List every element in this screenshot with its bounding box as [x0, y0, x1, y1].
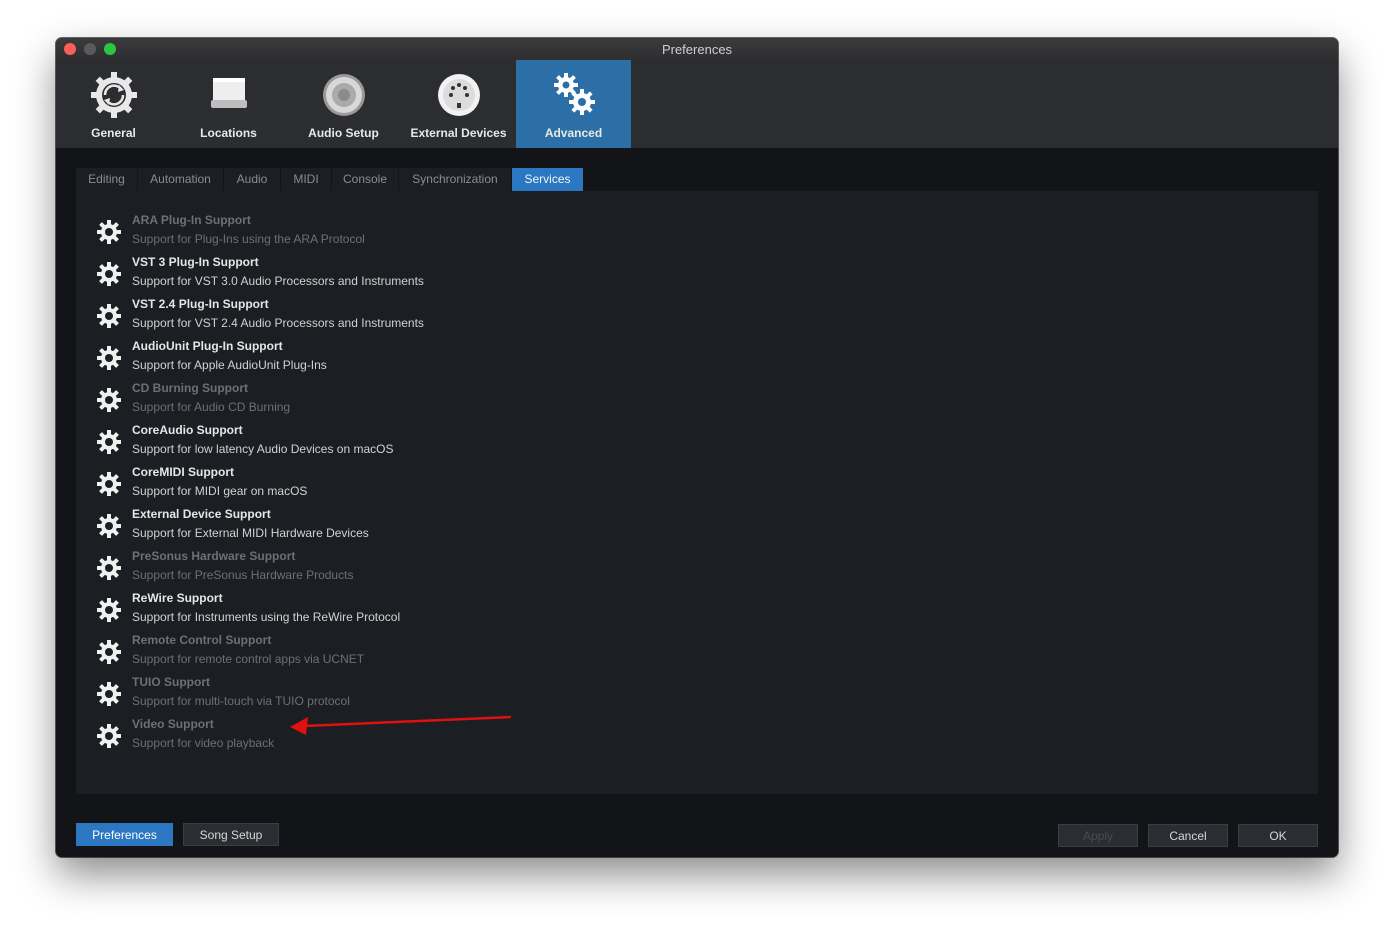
gear-icon — [97, 388, 121, 412]
service-description: Support for Audio CD Burning — [132, 400, 291, 414]
service-row[interactable]: VST 2.4 Plug-In Support Support for VST … — [76, 295, 676, 337]
song-setup-button[interactable]: Song Setup — [183, 823, 279, 846]
service-description: Support for multi-touch via TUIO protoco… — [132, 694, 350, 708]
midi-port-icon — [438, 74, 480, 116]
service-description: Support for Plug-Ins using the ARA Proto… — [132, 232, 365, 246]
service-title: External Device Support — [132, 507, 271, 521]
preferences-content: Editing Automation Audio MIDI Console Sy… — [56, 148, 1338, 857]
service-description: Support for video playback — [132, 736, 275, 750]
service-description: Support for remote control apps via UCNE… — [132, 652, 365, 666]
service-row[interactable]: CoreAudio Support Support for low latenc… — [76, 421, 676, 463]
service-description: Support for MIDI gear on macOS — [132, 484, 308, 498]
service-title: ReWire Support — [132, 591, 223, 605]
services-list: ARA Plug-In Support Support for Plug-Ins… — [76, 191, 1318, 794]
service-title: CD Burning Support — [132, 381, 248, 395]
service-row[interactable]: ARA Plug-In Support Support for Plug-Ins… — [76, 211, 676, 253]
preferences-toolbar: General Locations Audio Setup External D… — [56, 60, 1338, 148]
gear-icon — [97, 346, 121, 370]
service-row[interactable]: CoreMIDI Support Support for MIDI gear o… — [76, 463, 676, 505]
service-description: Support for PreSonus Hardware Products — [132, 568, 354, 582]
toolbar-label-external-devices: External Devices — [410, 126, 507, 140]
gear-icon — [97, 682, 121, 706]
service-title: TUIO Support — [132, 675, 210, 689]
toolbar-item-advanced[interactable]: Advanced — [516, 60, 631, 148]
cancel-button[interactable]: Cancel — [1148, 824, 1228, 847]
gears-icon — [554, 73, 595, 115]
service-row[interactable]: CD Burning Support Support for Audio CD … — [76, 379, 676, 421]
service-description: Support for Instruments using the ReWire… — [132, 610, 401, 624]
service-description: Support for Apple AudioUnit Plug-Ins — [132, 358, 327, 372]
annotation-arrow — [290, 715, 512, 735]
service-title: Video Support — [132, 717, 214, 731]
gear-icon — [97, 430, 121, 454]
service-description: Support for VST 2.4 Audio Processors and… — [132, 316, 424, 330]
service-row[interactable]: PreSonus Hardware Support Support for Pr… — [76, 547, 676, 589]
service-row[interactable]: AudioUnit Plug-In Support Support for Ap… — [76, 337, 676, 379]
gear-icon — [97, 598, 121, 622]
gear-icon — [97, 262, 121, 286]
toolbar-item-external-devices[interactable]: External Devices — [401, 60, 516, 148]
service-title: PreSonus Hardware Support — [132, 549, 296, 563]
speaker-icon — [323, 74, 365, 116]
tab-services[interactable]: Services — [512, 168, 583, 191]
service-row[interactable]: Remote Control Support Support for remot… — [76, 631, 676, 673]
service-title: CoreAudio Support — [132, 423, 243, 437]
toolbar-item-general[interactable]: General — [56, 60, 171, 148]
service-row[interactable]: External Device Support Support for Exte… — [76, 505, 676, 547]
service-title: VST 3 Plug-In Support — [132, 255, 259, 269]
preferences-button[interactable]: Preferences — [76, 823, 173, 846]
preferences-window: Preferences General Locations Audio Setu… — [56, 38, 1338, 857]
sync-gear-icon — [91, 72, 137, 118]
service-title: Remote Control Support — [132, 633, 272, 647]
toolbar-label-locations: Locations — [200, 126, 257, 140]
gear-icon — [97, 514, 121, 538]
title-bar[interactable]: Preferences — [56, 38, 1338, 61]
service-title: CoreMIDI Support — [132, 465, 234, 479]
gear-icon — [97, 472, 121, 496]
service-title: ARA Plug-In Support — [132, 213, 251, 227]
window-title: Preferences — [661, 42, 733, 57]
toolbar-item-locations[interactable]: Locations — [171, 60, 286, 148]
service-row[interactable]: ReWire Support Support for Instruments u… — [76, 589, 676, 631]
service-description: Support for External MIDI Hardware Devic… — [132, 526, 369, 540]
gear-icon — [97, 724, 121, 748]
apply-button[interactable]: Apply — [1058, 824, 1138, 847]
service-row[interactable]: VST 3 Plug-In Support Support for VST 3.… — [76, 253, 676, 295]
tab-audio[interactable]: Audio — [224, 168, 280, 191]
tab-editing[interactable]: Editing — [76, 168, 137, 191]
drive-icon — [211, 78, 247, 108]
tab-midi[interactable]: MIDI — [281, 168, 331, 191]
service-description: Support for low latency Audio Devices on… — [132, 442, 394, 456]
toolbar-label-advanced: Advanced — [544, 126, 603, 140]
tab-synchronization[interactable]: Synchronization — [399, 168, 511, 191]
gear-icon — [97, 640, 121, 664]
gear-icon — [97, 556, 121, 580]
gear-icon — [97, 220, 121, 244]
service-row[interactable]: TUIO Support Support for multi-touch via… — [76, 673, 676, 715]
service-title: AudioUnit Plug-In Support — [132, 339, 283, 353]
service-description: Support for VST 3.0 Audio Processors and… — [132, 274, 424, 288]
toolbar-item-audio-setup[interactable]: Audio Setup — [286, 60, 401, 148]
toolbar-label-audio-setup: Audio Setup — [308, 126, 379, 140]
toolbar-label-general: General — [91, 126, 136, 140]
gear-icon — [97, 304, 121, 328]
service-title: VST 2.4 Plug-In Support — [132, 297, 269, 311]
tab-automation[interactable]: Automation — [138, 168, 223, 191]
ok-button[interactable]: OK — [1238, 824, 1318, 847]
tab-console[interactable]: Console — [332, 168, 398, 191]
